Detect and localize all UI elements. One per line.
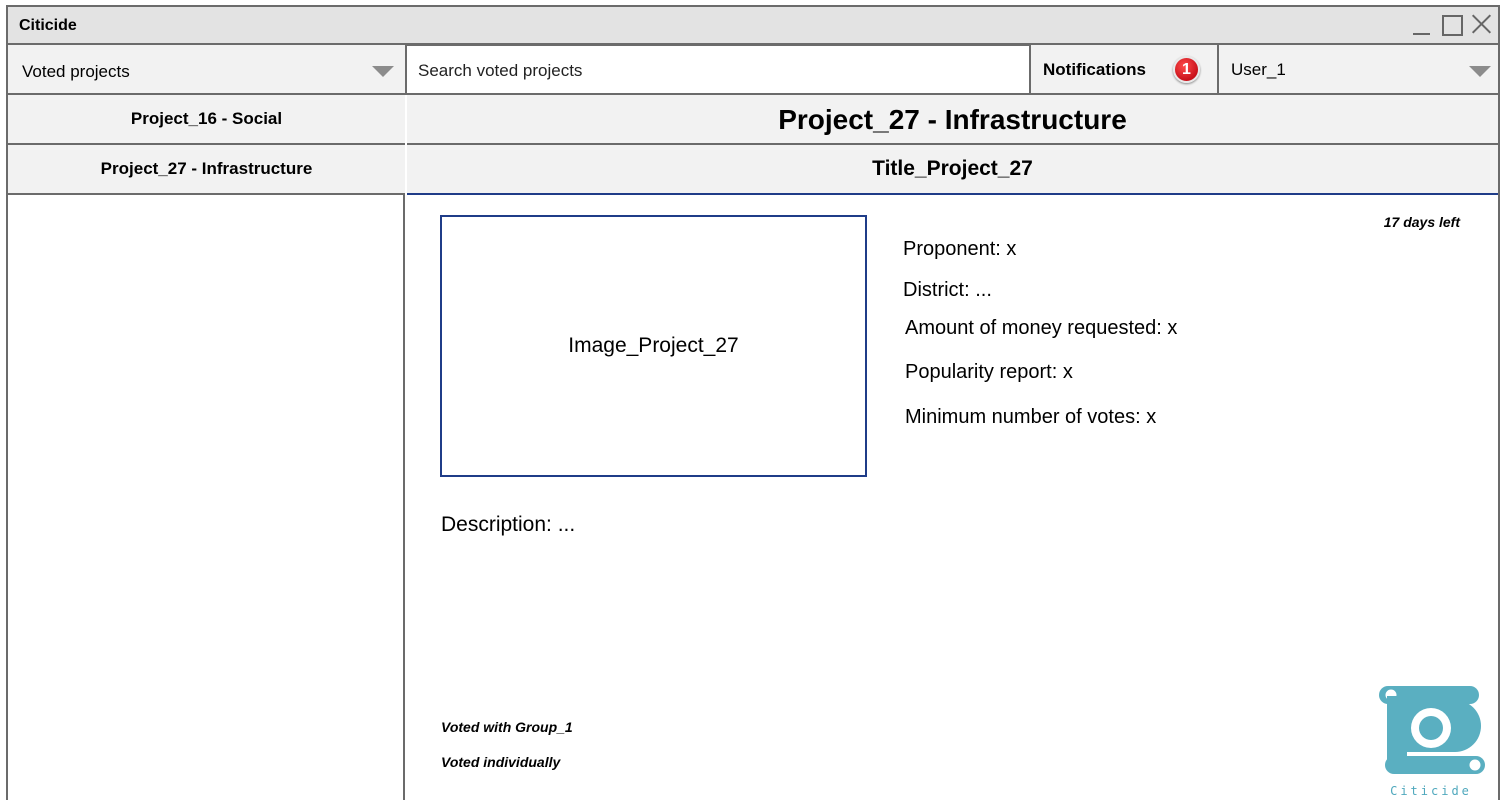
user-dropdown-value: User_1	[1231, 60, 1286, 79]
view-dropdown-value: Voted projects	[22, 62, 130, 81]
project-description: Description: ...	[441, 513, 576, 536]
close-icon[interactable]	[1466, 11, 1496, 39]
project-detail-panel: Project_27 - Infrastructure Title_Projec…	[407, 95, 1498, 800]
sidebar-item-project-16[interactable]: Project_16 - Social	[8, 95, 405, 145]
citicide-logo: Citicide	[1371, 678, 1491, 800]
search-input[interactable]: Search voted projects	[405, 44, 1031, 95]
minimum-votes-field: Minimum number of votes: x	[905, 406, 1157, 428]
citicide-logo-icon	[1379, 686, 1485, 774]
project-image: Image_Project_27	[440, 215, 867, 477]
project-title: Title_Project_27	[407, 145, 1498, 195]
logo-wordmark: Citicide	[1390, 784, 1472, 798]
minimize-icon[interactable]	[1406, 11, 1436, 39]
voted-group-status: Voted with Group_1	[441, 719, 573, 735]
days-left-label: 17 days left	[1383, 214, 1460, 230]
app-window: Citicide Voted projects Search voted pro…	[6, 5, 1500, 800]
chevron-down-icon[interactable]	[372, 66, 394, 77]
maximize-icon[interactable]	[1436, 11, 1466, 39]
view-dropdown[interactable]: Voted projects	[8, 45, 405, 93]
voted-individual-status: Voted individually	[441, 754, 561, 770]
popularity-report-field: Popularity report: x	[905, 361, 1073, 383]
toolbar: Voted projects Search voted projects Not…	[8, 44, 1498, 95]
notifications-button[interactable]: Notifications 1	[1031, 45, 1219, 93]
district-field: District: ...	[903, 279, 992, 301]
title-bar: Citicide	[8, 7, 1498, 45]
notification-count-badge: 1	[1173, 56, 1200, 83]
chevron-down-icon[interactable]	[1469, 66, 1491, 77]
window-title: Citicide	[19, 17, 77, 34]
user-dropdown[interactable]: User_1	[1219, 45, 1498, 93]
amount-requested-field: Amount of money requested: x	[905, 317, 1178, 339]
proponent-field: Proponent: x	[903, 238, 1017, 260]
window-controls	[1406, 11, 1496, 39]
sidebar-item-project-27[interactable]: Project_27 - Infrastructure	[8, 145, 405, 195]
notifications-label: Notifications	[1043, 60, 1146, 79]
project-list-sidebar: Project_16 - Social Project_27 - Infrast…	[8, 95, 405, 800]
project-image-label: Image_Project_27	[568, 334, 739, 357]
page-title: Project_27 - Infrastructure	[407, 95, 1498, 145]
search-placeholder: Search voted projects	[418, 61, 583, 80]
